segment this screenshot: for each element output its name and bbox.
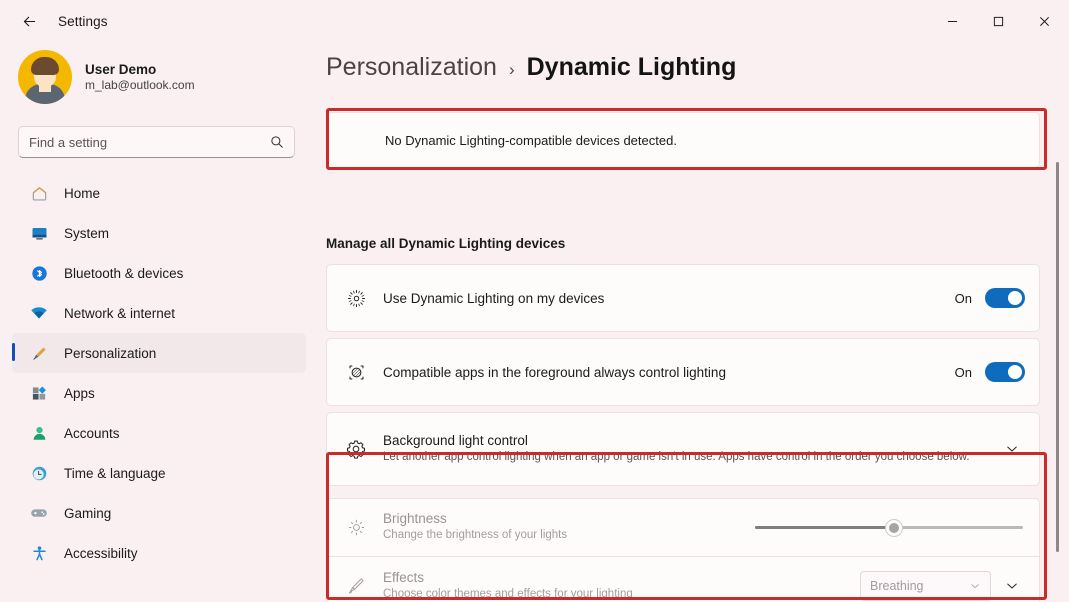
close-icon	[1039, 16, 1049, 26]
sidebar-item-label: Home	[64, 185, 101, 201]
slider-thumb[interactable]	[885, 518, 904, 537]
sidebar-item-label: Personalization	[64, 345, 157, 361]
breadcrumb-separator-icon: ›	[508, 60, 515, 79]
paintbrush-icon	[30, 344, 48, 362]
sidebar-item-label: Bluetooth & devices	[64, 265, 184, 281]
breadcrumb-parent[interactable]: Personalization	[326, 53, 497, 82]
setting-title: Background light control	[383, 432, 528, 448]
gear-icon	[343, 436, 369, 462]
close-button[interactable]	[1021, 5, 1067, 37]
content-area: Personalization › Dynamic Lighting No Dy…	[312, 42, 1069, 602]
avatar	[18, 50, 72, 104]
account-email: m_lab@outlook.com	[85, 78, 195, 92]
toggle-use-dynamic-lighting[interactable]	[985, 288, 1025, 308]
sidebar-item-bluetooth-devices[interactable]: Bluetooth & devices	[12, 253, 306, 293]
paintbrush-icon	[343, 573, 369, 599]
sidebar-item-label: Accounts	[64, 425, 120, 441]
home-icon	[30, 184, 48, 202]
gamepad-icon	[30, 504, 48, 522]
back-button[interactable]	[12, 6, 46, 36]
minimize-icon	[947, 20, 957, 22]
maximize-icon	[993, 16, 1003, 26]
sidebar: User Demo m_lab@outlook.com Find a setti…	[0, 42, 312, 602]
app-lighting-icon	[343, 359, 369, 385]
chevron-down-icon	[969, 580, 981, 592]
search-input[interactable]	[29, 134, 270, 150]
expand-effects-chevron-down-icon[interactable]	[999, 573, 1025, 599]
sidebar-item-accounts[interactable]: Accounts	[12, 413, 306, 453]
chevron-down-icon[interactable]	[999, 436, 1025, 462]
setting-description: Change the brightness of your lights	[383, 529, 568, 542]
section-heading: Manage all Dynamic Lighting devices	[326, 236, 566, 251]
window-title: Settings	[58, 13, 108, 29]
setting-card-foreground-apps: Compatible apps in the foreground always…	[326, 338, 1040, 406]
search-box[interactable]	[18, 126, 295, 158]
content-scrollbar[interactable]	[1053, 154, 1063, 570]
scrollbar-thumb[interactable]	[1056, 162, 1059, 552]
setting-card-brightness: Brightness Change the brightness of your…	[326, 498, 1040, 556]
sidebar-item-label: Accessibility	[64, 545, 138, 561]
maximize-button[interactable]	[975, 5, 1021, 37]
breadcrumb: Personalization › Dynamic Lighting	[326, 53, 1069, 82]
sidebar-item-accessibility[interactable]: Accessibility	[12, 533, 306, 573]
sidebar-item-network-internet[interactable]: Network & internet	[12, 293, 306, 333]
setting-title: Effects	[383, 569, 425, 585]
sidebar-item-label: Network & internet	[64, 305, 176, 321]
toggle-foreground-apps[interactable]	[985, 362, 1025, 382]
effects-dropdown[interactable]: Breathing	[860, 571, 991, 601]
setting-card-effects: Effects Choose color themes and effects …	[326, 556, 1040, 602]
no-devices-banner: No Dynamic Lighting-compatible devices d…	[326, 112, 1040, 168]
account-card[interactable]: User Demo m_lab@outlook.com	[0, 42, 312, 104]
accessibility-person-icon	[30, 544, 48, 562]
sun-icon	[343, 515, 369, 541]
setting-description: Choose color themes and effects for your…	[383, 587, 633, 600]
setting-description: Let another app control lighting when an…	[383, 450, 970, 463]
sidebar-item-gaming[interactable]: Gaming	[12, 493, 306, 533]
sidebar-item-label: Apps	[64, 385, 95, 401]
setting-title: Brightness	[383, 511, 447, 527]
search-icon	[270, 135, 284, 149]
setting-title: Compatible apps in the foreground always…	[383, 364, 726, 380]
sidebar-item-label: Gaming	[64, 505, 112, 521]
slider-fill	[755, 525, 895, 529]
brightness-slider[interactable]	[755, 518, 1023, 538]
setting-card-background-light-control[interactable]: Background light control Let another app…	[326, 412, 1040, 486]
brightness-burst-icon	[343, 285, 369, 311]
sidebar-item-personalization[interactable]: Personalization	[12, 333, 306, 373]
system-monitor-icon	[30, 224, 48, 242]
apps-grid-icon	[30, 384, 48, 402]
toggle-state-label: On	[954, 364, 972, 380]
page-title: Dynamic Lighting	[526, 53, 737, 81]
clock-globe-icon	[30, 464, 48, 482]
account-name: User Demo	[85, 62, 157, 77]
sidebar-item-label: Time & language	[64, 465, 166, 481]
effects-dropdown-value: Breathing	[870, 579, 924, 593]
bluetooth-icon	[30, 264, 48, 282]
settings-window: Settings User Demo m_lab@outlook.com Fin…	[0, 0, 1069, 602]
setting-title: Use Dynamic Lighting on my devices	[383, 290, 605, 306]
sidebar-item-apps[interactable]: Apps	[12, 373, 306, 413]
wifi-icon	[30, 304, 48, 322]
person-icon	[30, 424, 48, 442]
sidebar-item-label: System	[64, 225, 110, 241]
title-bar: Settings	[0, 0, 1069, 42]
sidebar-item-time-language[interactable]: Time & language	[12, 453, 306, 493]
sidebar-item-system[interactable]: System	[12, 213, 306, 253]
sidebar-item-home[interactable]: Home	[12, 173, 306, 213]
minimize-button[interactable]	[929, 5, 975, 37]
banner-message: No Dynamic Lighting-compatible devices d…	[385, 132, 677, 148]
toggle-state-label: On	[954, 290, 972, 306]
back-arrow-icon	[23, 16, 35, 26]
sidebar-nav: Home System Bluetooth & devices Network …	[0, 173, 312, 573]
setting-card-use-dynamic-lighting: Use Dynamic Lighting on my devices On	[326, 264, 1040, 332]
